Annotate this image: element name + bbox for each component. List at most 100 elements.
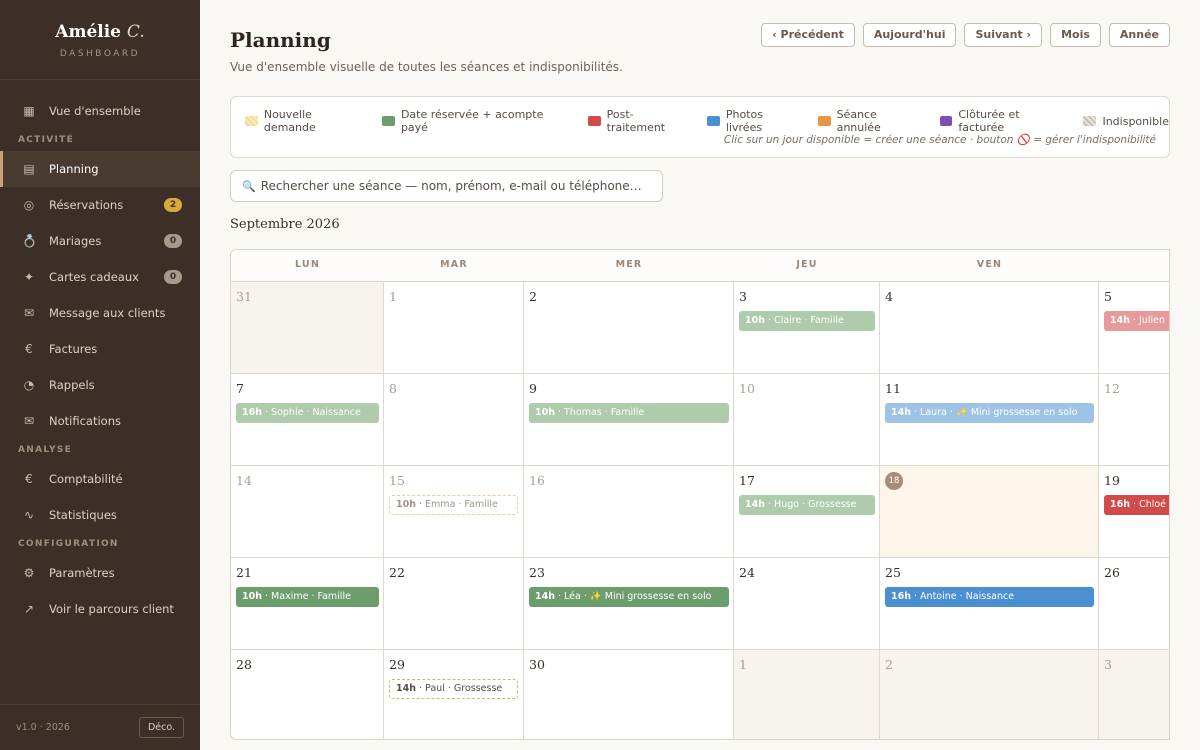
calendar-day-cell[interactable]: 8 xyxy=(384,374,524,466)
calendar-day-cell[interactable]: 30 xyxy=(524,650,734,739)
calendar-day-cell[interactable]: 4 xyxy=(880,282,1099,374)
legend-label: Indisponible xyxy=(1102,114,1169,128)
session-event[interactable]: 14h · Laura · ✨ Mini grossesse en solo xyxy=(885,403,1094,423)
legend-swatch xyxy=(587,116,601,126)
calendar-day-cell[interactable]: 31 xyxy=(231,282,384,374)
session-event[interactable]: 10h · Thomas · Famille xyxy=(529,403,729,423)
legend-hint: Clic sur un jour disponible = créer une … xyxy=(723,134,1156,146)
calendar-day-cell[interactable]: 9 10h · Thomas · Famille xyxy=(524,374,734,466)
legend-label: Nouvelle demande xyxy=(263,108,316,134)
calendar-day-cell[interactable]: 5 14h · Julien xyxy=(1099,282,1169,374)
sidebar-item-factures[interactable]: € Factures xyxy=(0,331,200,367)
sidebar-item-comptabilité[interactable]: € Comptabilité xyxy=(0,461,200,497)
calendar-day-cell[interactable]: 3 10h · Claire · Famille xyxy=(734,282,880,374)
target-icon: ◎ xyxy=(23,198,35,212)
legend-label: Photos livrées xyxy=(725,108,764,134)
weekday-header: LUN MAR MER JEU VEN SA xyxy=(231,250,1169,282)
calendar-day-cell[interactable]: 14 xyxy=(231,466,384,558)
calendar-day-cell[interactable]: 24 xyxy=(734,558,880,650)
day-number: 8 xyxy=(389,381,397,396)
calendar-day-cell[interactable]: 23 14h · Léa · ✨ Mini grossesse en solo xyxy=(524,558,734,650)
calendar-toolbar: ‹ Précédent Aujourd'hui Suivant › Mois A… xyxy=(761,23,1170,47)
event-time: 10h xyxy=(242,591,262,602)
sidebar-item-vue-d-ensemble[interactable]: ▦ Vue d'ensemble xyxy=(0,93,200,129)
calendar-day-cell[interactable]: 29 14h · Paul · Grossesse xyxy=(384,650,524,739)
day-number: 3 xyxy=(1104,657,1112,672)
nav-section-heading: CONFIGURATION xyxy=(18,539,119,549)
legend-swatch xyxy=(1083,116,1097,126)
calendar-day-cell[interactable]: 2 xyxy=(880,650,1099,739)
calendar-day-cell[interactable]: 28 xyxy=(231,650,384,739)
calendar-day-cell[interactable]: 21 10h · Maxime · Famille xyxy=(231,558,384,650)
sidebar-item-mariages[interactable]: 💍 Mariages 0 xyxy=(0,223,200,259)
session-event[interactable]: 14h · Hugo · Grossesse xyxy=(739,495,875,515)
sidebar-item-planning[interactable]: ▤ Planning xyxy=(0,151,200,187)
calendar-day-cell[interactable]: 7 16h · Sophie · Naissance xyxy=(231,374,384,466)
event-label: · Maxime · Famille xyxy=(265,591,351,602)
logout-button[interactable]: Déco. xyxy=(138,717,184,738)
calendar-day-cell[interactable]: 1 xyxy=(734,650,880,739)
sidebar-item-notifications[interactable]: ✉ Notifications xyxy=(0,403,200,439)
weekday-label: MER xyxy=(615,259,643,270)
calendar-day-cell[interactable]: 17 14h · Hugo · Grossesse xyxy=(734,466,880,558)
today-button[interactable]: Aujourd'hui xyxy=(862,23,957,47)
legend-swatch xyxy=(817,116,831,126)
session-event[interactable]: 10h · Emma · Famille xyxy=(389,495,518,515)
sidebar-item-statistiques[interactable]: ∿ Statistiques xyxy=(0,497,200,533)
day-number: 24 xyxy=(739,565,755,580)
today-marker: 18 xyxy=(885,472,903,490)
sidebar-item-paramètres[interactable]: ⚙ Paramètres xyxy=(0,555,200,591)
count-badge: 2 xyxy=(164,198,182,212)
previous-button[interactable]: ‹ Précédent xyxy=(761,23,855,47)
event-time: 10h xyxy=(745,315,765,326)
day-number: 5 xyxy=(1104,289,1112,304)
day-number: 30 xyxy=(529,657,545,672)
calendar-day-cell[interactable]: 26 xyxy=(1099,558,1169,650)
arrow-up-right-icon: ↗ xyxy=(23,602,35,616)
sidebar-item-voir-le-parcours-client[interactable]: ↗ Voir le parcours client xyxy=(0,591,200,627)
weekday-label: VEN xyxy=(976,259,1003,270)
calendar-day-cell[interactable]: 1 xyxy=(384,282,524,374)
sidebar-item-rappels[interactable]: ◔ Rappels xyxy=(0,367,200,403)
event-time: 16h xyxy=(891,591,911,602)
calendar-day-cell[interactable]: 3 xyxy=(1099,650,1169,739)
session-event[interactable]: 16h · Chloé xyxy=(1104,495,1169,515)
calendar-day-cell[interactable]: 25 16h · Antoine · Naissance xyxy=(880,558,1099,650)
clock-icon: ◔ xyxy=(23,378,35,392)
session-event[interactable]: 14h · Julien xyxy=(1104,311,1169,331)
day-number: 14 xyxy=(236,473,252,488)
session-event[interactable]: 10h · Maxime · Famille xyxy=(236,587,379,607)
version-label: v1.0 · 2026 xyxy=(16,722,70,733)
sidebar-item-cartes-cadeaux[interactable]: ✦ Cartes cadeaux 0 xyxy=(0,259,200,295)
calendar-day-cell[interactable]: 15 10h · Emma · Famille xyxy=(384,466,524,558)
calendar-day-cell[interactable]: 11 14h · Laura · ✨ Mini grossesse en solo xyxy=(880,374,1099,466)
calendar-day-cell[interactable]: 22 xyxy=(384,558,524,650)
day-number: 1 xyxy=(739,657,747,672)
session-event[interactable]: 10h · Claire · Famille xyxy=(739,311,875,331)
calendar-day-cell[interactable]: 18 xyxy=(880,466,1099,558)
sidebar-footer: v1.0 · 2026 Déco. xyxy=(0,704,200,750)
day-number: 21 xyxy=(236,565,252,580)
calendar-day-cell[interactable]: 12 xyxy=(1099,374,1169,466)
search-input[interactable]: 🔍 Rechercher une séance — nom, prénom, e… xyxy=(230,170,663,202)
session-event[interactable]: 16h · Antoine · Naissance xyxy=(885,587,1094,607)
session-event[interactable]: 14h · Paul · Grossesse xyxy=(389,679,518,699)
calendar-day-cell[interactable]: 10 xyxy=(734,374,880,466)
session-event[interactable]: 16h · Sophie · Naissance xyxy=(236,403,379,423)
sidebar-item-label: Voir le parcours client xyxy=(49,602,174,616)
calendar-day-cell[interactable]: 2 xyxy=(524,282,734,374)
legend-entry: Clôturée et facturée xyxy=(939,108,1068,134)
event-label: · Emma · Famille xyxy=(419,499,498,510)
day-number: 19 xyxy=(1104,473,1120,488)
calendar-day-cell[interactable]: 16 xyxy=(524,466,734,558)
legend-entry: Date réservée + acompte payé xyxy=(382,108,572,134)
sidebar-item-message-aux-clients[interactable]: ✉ Message aux clients xyxy=(0,295,200,331)
month-view-button[interactable]: Mois xyxy=(1050,23,1101,47)
sidebar-nav: ▦ Vue d'ensemble ACTIVITÉ ▤ Planning ◎ Réserva… xyxy=(0,93,200,627)
calendar-day-cell[interactable]: 19 16h · Chloé xyxy=(1099,466,1169,558)
year-view-button[interactable]: Année xyxy=(1108,23,1170,47)
session-event[interactable]: 14h · Léa · ✨ Mini grossesse en solo xyxy=(529,587,729,607)
sidebar-item-label: Notifications xyxy=(49,414,121,428)
sidebar-item-réservations[interactable]: ◎ Réservations 2 xyxy=(0,187,200,223)
next-button[interactable]: Suivant › xyxy=(964,23,1043,47)
